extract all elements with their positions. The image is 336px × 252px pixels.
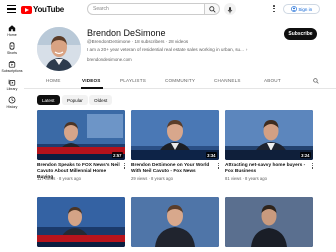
- video-thumbnail[interactable]: [131, 197, 219, 247]
- video-duration: 2:57: [111, 152, 123, 158]
- rail-label-shorts: Shorts: [6, 51, 18, 55]
- channel-search-icon[interactable]: [313, 78, 319, 84]
- rail-item-history[interactable]: History: [0, 96, 24, 109]
- video-menu-icon[interactable]: [218, 163, 220, 170]
- hamburger-menu-icon[interactable]: [7, 5, 16, 13]
- video-thumbnail[interactable]: 3:24: [225, 110, 313, 160]
- rail-item-subscriptions[interactable]: Subscriptions: [0, 60, 24, 73]
- chip-oldest[interactable]: Oldest: [89, 95, 113, 105]
- video-title[interactable]: Attracting net-savvy home buyers - Fox B…: [225, 163, 311, 175]
- video-meta: 117 views · 8 years ago: [37, 176, 81, 181]
- left-rail: Home Shorts Subscriptions Library Histor…: [0, 18, 24, 252]
- tab-about[interactable]: ABOUT: [264, 78, 281, 83]
- logo-text: YouTube: [33, 5, 64, 14]
- youtube-logo[interactable]: YouTube: [21, 5, 64, 14]
- tab-home[interactable]: HOME: [46, 78, 61, 83]
- tab-playlists[interactable]: PLAYLISTS: [120, 78, 146, 83]
- subscriptions-icon: [8, 61, 16, 68]
- rail-item-home[interactable]: Home: [0, 24, 24, 37]
- account-circle-icon: [290, 6, 297, 12]
- channel-meta: @BrendonDeSimone · 18 subscribers · 28 v…: [87, 39, 189, 44]
- shorts-icon: [9, 42, 15, 50]
- channel-avatar: [37, 27, 81, 71]
- video-duration: 3:24: [299, 152, 311, 158]
- channel-description[interactable]: I am a 20+ year veteran of residential r…: [87, 47, 247, 52]
- search-input[interactable]: Search: [87, 3, 205, 15]
- search-button[interactable]: [205, 3, 220, 15]
- channel-description-text: I am a 20+ year veteran of residential r…: [87, 47, 244, 52]
- channel-name: Brendon DeSimone: [87, 28, 166, 38]
- video-menu-icon[interactable]: [124, 163, 126, 170]
- video-thumbnail[interactable]: [225, 197, 313, 247]
- rail-label-history: History: [6, 105, 18, 109]
- chip-latest[interactable]: Latest: [37, 95, 60, 105]
- rail-item-library[interactable]: Library: [0, 78, 24, 91]
- sign-in-label: Sign in: [298, 6, 313, 12]
- top-bar: YouTube Search Sign in: [0, 0, 336, 18]
- active-tab-indicator: [81, 87, 103, 89]
- video-meta: 29 views · 8 years ago: [131, 176, 173, 181]
- video-thumbnail[interactable]: [37, 197, 125, 247]
- rail-label-subscriptions: Subscriptions: [1, 69, 23, 73]
- rail-item-shorts[interactable]: Shorts: [0, 42, 24, 55]
- tab-community[interactable]: COMMUNITY: [165, 78, 195, 83]
- history-icon: [8, 96, 16, 104]
- rail-label-library: Library: [6, 87, 18, 91]
- tab-channels[interactable]: CHANNELS: [214, 78, 241, 83]
- video-duration: 3:34: [205, 152, 217, 158]
- video-menu-icon[interactable]: [312, 163, 314, 170]
- voice-search-button[interactable]: [224, 3, 236, 15]
- video-title[interactable]: Brendon DeSimone on Your World With Neil…: [131, 163, 217, 175]
- microphone-icon: [227, 7, 233, 14]
- subscribe-button[interactable]: Subscribe: [284, 28, 317, 40]
- video-thumbnail[interactable]: 3:34: [131, 110, 219, 160]
- chip-popular[interactable]: Popular: [62, 95, 88, 105]
- youtube-play-icon: [21, 5, 32, 14]
- search-icon: [209, 6, 216, 13]
- video-meta: 81 views · 8 years ago: [225, 176, 267, 181]
- settings-more-icon[interactable]: [273, 5, 276, 13]
- channel-tabs: HOME VIDEOS PLAYLISTS COMMUNITY CHANNELS…: [24, 75, 336, 89]
- tab-videos[interactable]: VIDEOS: [82, 78, 101, 83]
- library-icon: [8, 79, 16, 86]
- chevron-right-icon: ›: [245, 47, 248, 52]
- video-thumbnail[interactable]: 2:57: [37, 110, 125, 160]
- home-icon: [8, 25, 16, 32]
- sign-in-button[interactable]: Sign in: [283, 4, 320, 14]
- channel-link[interactable]: brendondesimone.com: [87, 57, 132, 62]
- rail-label-home: Home: [7, 33, 17, 37]
